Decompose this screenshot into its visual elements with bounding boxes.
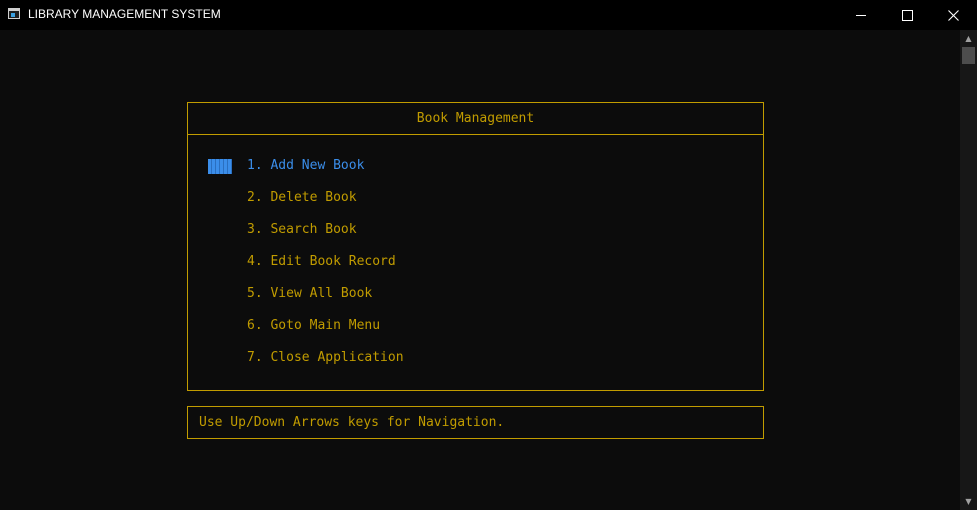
menu-item-search-book[interactable]: 3. Search Book (188, 214, 763, 246)
maximize-icon (901, 9, 913, 21)
window-titlebar: LIBRARY MANAGEMENT SYSTEM (0, 0, 977, 30)
menu-item-label: 1. Add New Book (247, 158, 365, 173)
menu-item-add-new-book[interactable]: 1. Add New Book (188, 150, 763, 182)
navigation-hint: Use Up/Down Arrows keys for Navigation. (199, 415, 505, 430)
scroll-thumb[interactable] (962, 47, 975, 64)
menu-item-label: 5. View All Book (247, 286, 373, 301)
console-app-icon (8, 8, 20, 19)
menu-item-label: 4. Edit Book Record (247, 254, 396, 269)
menu-item-label: 7. Close Application (247, 350, 404, 365)
menu-item-label: 2. Delete Book (247, 190, 357, 205)
close-button[interactable] (930, 0, 976, 30)
maximize-button[interactable] (884, 0, 930, 30)
menu-item-goto-main-menu[interactable]: 6. Goto Main Menu (188, 310, 763, 342)
menu-item-label: 3. Search Book (247, 222, 357, 237)
book-management-panel: Book Management 1. Add New Book 2. Delet… (187, 102, 764, 391)
selection-cursor-icon (208, 159, 232, 174)
window-title: LIBRARY MANAGEMENT SYSTEM (28, 7, 221, 21)
scroll-down-arrow-icon[interactable]: ▼ (960, 493, 977, 510)
menu-item-close-application[interactable]: 7. Close Application (188, 342, 763, 374)
menu-item-edit-book-record[interactable]: 4. Edit Book Record (188, 246, 763, 278)
close-icon (947, 9, 959, 21)
menu-item-label: 6. Goto Main Menu (247, 318, 381, 333)
minimize-icon (856, 14, 866, 16)
navigation-hint-box: Use Up/Down Arrows keys for Navigation. (187, 406, 764, 439)
menu-list: 1. Add New Book 2. Delete Book 3. Search… (188, 150, 763, 374)
menu-item-view-all-book[interactable]: 5. View All Book (188, 278, 763, 310)
menu-item-delete-book[interactable]: 2. Delete Book (188, 182, 763, 214)
vertical-scrollbar[interactable]: ▲ ▼ (960, 30, 977, 510)
panel-title: Book Management (188, 103, 763, 135)
scroll-up-arrow-icon[interactable]: ▲ (960, 30, 977, 47)
minimize-button[interactable] (838, 0, 884, 30)
